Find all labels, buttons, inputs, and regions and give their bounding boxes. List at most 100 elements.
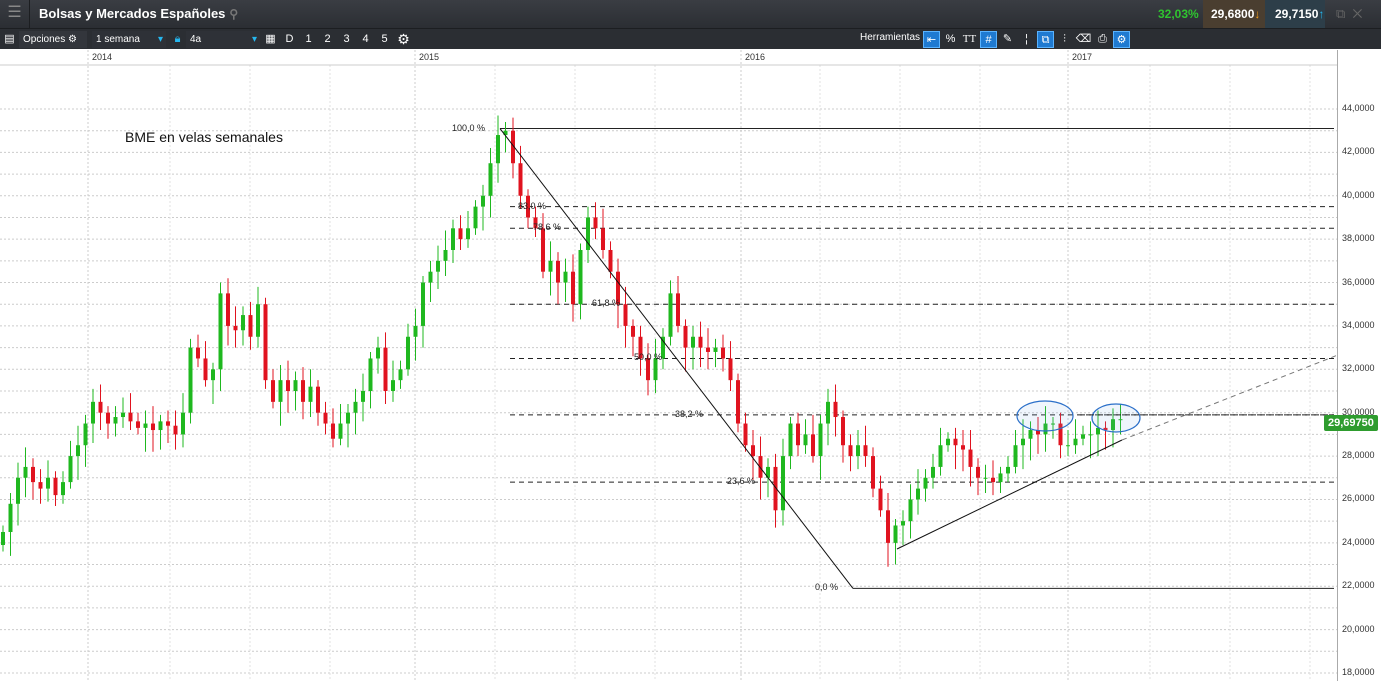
candle-body <box>998 473 1003 483</box>
draw-grid-icon[interactable]: ✎ <box>999 31 1016 48</box>
y-tick-label: 42,0000 <box>1342 146 1375 157</box>
popout-icon[interactable]: ⧉ <box>1336 6 1345 21</box>
menu-icon[interactable]: ☰ <box>0 0 30 28</box>
candle-body <box>781 456 785 511</box>
candle-body <box>676 293 680 326</box>
candle-body <box>158 421 163 431</box>
close-icon[interactable]: ✕ <box>1353 6 1363 21</box>
candle-body <box>518 163 523 196</box>
y-tick-label: 44,0000 <box>1342 103 1375 113</box>
period-button-d[interactable]: D <box>281 31 298 48</box>
candle-body <box>893 525 898 543</box>
candle-body <box>728 358 733 381</box>
tag-icon[interactable]: ⌫ <box>1075 31 1092 48</box>
price-axis[interactable]: 44,0000 42,0000 40,0000 38,0000 36,0000 34,00… <box>1337 50 1381 681</box>
candle-body <box>803 434 808 446</box>
candle-body <box>353 401 358 413</box>
candle-body <box>278 380 283 402</box>
arrow-down-icon: ↓ <box>1254 7 1261 21</box>
candle-body <box>346 412 350 424</box>
options-button[interactable]: Opciones ⚙ <box>19 31 87 48</box>
y-tick-label: 36,0000 <box>1342 276 1375 287</box>
chart-settings-icon[interactable]: ⚙ <box>1113 31 1130 48</box>
candle-body <box>848 445 853 457</box>
candle-body <box>938 445 943 467</box>
candle-body <box>541 228 545 272</box>
ask-value: 29,7150 <box>1275 7 1319 21</box>
candle-body <box>368 358 373 391</box>
list-icon[interactable]: ▤ <box>1 31 18 48</box>
lock-icon[interactable]: 🔒︎ <box>169 31 186 48</box>
y-tick-label: 38,0000 <box>1342 233 1375 244</box>
candle-body <box>946 438 950 446</box>
tools-label: Herramientas <box>860 32 921 43</box>
fib-level-label: 50,0 % <box>634 352 663 363</box>
candle-body <box>68 456 73 483</box>
candle-body <box>916 488 920 500</box>
print-icon[interactable]: ⎙ <box>1094 31 1111 48</box>
candle-body <box>188 347 193 413</box>
period-button-3[interactable]: 3 <box>338 31 355 48</box>
fib-level-label: 23,6 % <box>727 476 756 487</box>
candle-body <box>181 412 185 435</box>
candle-body <box>61 482 65 496</box>
interval-select[interactable]: 1 semana ▾ <box>92 31 166 48</box>
candle-body <box>428 271 433 283</box>
last-price-label: 29,69750 <box>1324 415 1378 431</box>
candle-body <box>31 466 35 483</box>
x-tick-2017: 2017 <box>1072 52 1093 62</box>
candle-body <box>436 260 440 272</box>
candle-body <box>458 228 463 240</box>
x-tick-2016: 2016 <box>745 52 766 62</box>
candle-body <box>488 163 493 196</box>
candle-body <box>901 521 905 526</box>
candle-body <box>1081 434 1085 439</box>
candle-body <box>406 336 410 370</box>
range-select[interactable]: 4a ▾ <box>186 31 260 48</box>
calendar-icon[interactable]: ▦ <box>262 31 279 48</box>
candles-icon[interactable]: ⫶ <box>1056 31 1073 48</box>
grid-icon[interactable]: # <box>980 31 997 48</box>
candle-body <box>293 380 298 391</box>
candle-icon[interactable]: ¦ <box>1018 31 1035 48</box>
candle-body <box>863 445 868 457</box>
candle-body <box>248 315 253 337</box>
candle-body <box>833 401 838 418</box>
text-size-button[interactable]: TT <box>961 31 978 48</box>
candle-body <box>706 347 710 352</box>
candle-body <box>886 510 890 543</box>
compare-icon[interactable]: ⧉ <box>1037 31 1054 48</box>
candle-body <box>466 228 470 240</box>
y-tick-label: 20,0000 <box>1342 623 1375 634</box>
period-button-2[interactable]: 2 <box>319 31 336 48</box>
ask-price[interactable]: 29,7150↑ <box>1265 0 1325 28</box>
period-button-4[interactable]: 4 <box>357 31 374 48</box>
candle-body <box>856 445 860 457</box>
period-button-5[interactable]: 5 <box>376 31 393 48</box>
back-arrow-icon[interactable]: ⇤ <box>923 31 940 48</box>
candle-body <box>233 325 238 331</box>
fib-level-label: 83,0 % <box>518 200 547 211</box>
fib-level-label: 38,2 % <box>675 408 704 419</box>
settings-gear-icon[interactable]: ⚙ <box>395 31 412 48</box>
candle-body <box>548 260 553 272</box>
candle-body <box>113 417 118 424</box>
instrument-title: Bolsas y Mercados Españoles ⚲ <box>39 6 238 21</box>
period-button-1[interactable]: 1 <box>300 31 317 48</box>
bid-price[interactable]: 29,6800↓ <box>1203 0 1265 28</box>
candle-body <box>496 135 500 164</box>
candle-body <box>683 325 688 348</box>
chevron-down-icon: ▾ <box>251 34 257 45</box>
chevron-down-icon: ▾ <box>157 34 163 45</box>
candle-body <box>871 456 875 489</box>
candle-body <box>301 380 305 402</box>
candle-body <box>983 477 988 479</box>
candle-body <box>1013 445 1018 467</box>
y-tick-label: 18,0000 <box>1342 666 1375 677</box>
candle-body <box>128 412 133 422</box>
percent-button[interactable]: % <box>942 31 959 48</box>
candle-body <box>323 412 328 424</box>
search-icon[interactable]: ⚲ <box>229 7 238 21</box>
candle-body <box>713 347 718 352</box>
arrow-up-icon: ↑ <box>1318 7 1325 21</box>
